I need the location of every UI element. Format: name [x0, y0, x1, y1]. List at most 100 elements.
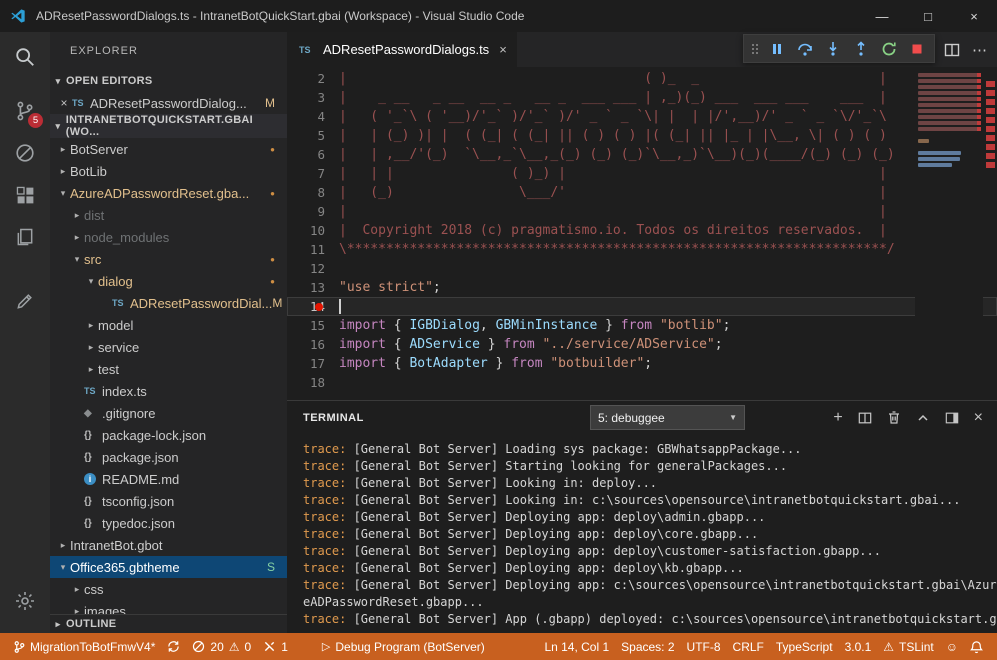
- tasks-status[interactable]: 1: [257, 633, 294, 660]
- status-item-typescript[interactable]: TypeScript: [770, 633, 839, 660]
- maximize-panel-icon[interactable]: [916, 411, 930, 425]
- close-panel-icon[interactable]: ×: [974, 410, 983, 426]
- stop-button[interactable]: [904, 36, 929, 61]
- minimize-button[interactable]: —: [859, 0, 905, 32]
- status-item-crlf[interactable]: CRLF: [727, 633, 770, 660]
- close-icon[interactable]: ×: [56, 96, 72, 110]
- tree-item-index-ts[interactable]: TSindex.ts: [50, 380, 287, 402]
- tree-item-css[interactable]: ▸css: [50, 578, 287, 600]
- restart-button[interactable]: [876, 36, 901, 61]
- tab-adresetpassworddialogs[interactable]: TS ADResetPasswordDialogs.ts ×: [287, 32, 517, 67]
- terminal-output[interactable]: trace: [General Bot Server] Loading sys …: [287, 434, 997, 633]
- tree-item-adresetpassworddial-[interactable]: TSADResetPasswordDial...M: [50, 292, 287, 314]
- code-line-11[interactable]: 11\*************************************…: [287, 240, 997, 259]
- tree-item-botlib[interactable]: ▸BotLib: [50, 160, 287, 182]
- code-line-2[interactable]: 2| ( )_ _ |: [287, 69, 997, 88]
- step-over-button[interactable]: [792, 36, 817, 61]
- feedback-smiley-icon[interactable]: ☺: [940, 633, 964, 660]
- close-button[interactable]: ×: [951, 0, 997, 32]
- status-item-utf-8[interactable]: UTF-8: [681, 633, 727, 660]
- breakpoint-icon[interactable]: [315, 303, 323, 311]
- tree-item-office365-gbtheme[interactable]: ▾Office365.gbthemeS: [50, 556, 287, 578]
- split-terminal-icon[interactable]: [858, 411, 872, 425]
- code-line-14[interactable]: 14: [287, 297, 997, 316]
- tree-item-label: css: [84, 582, 104, 597]
- more-actions-icon[interactable]: ⋯: [972, 41, 987, 59]
- code-line-5[interactable]: 5| | (_) )| | ( (_| ( (_| || ( ) ( ) |( …: [287, 126, 997, 145]
- tree-item-package-lock-json[interactable]: {}package-lock.json: [50, 424, 287, 446]
- terminal-tab[interactable]: TERMINAL: [303, 412, 364, 424]
- line-number: 5: [287, 126, 339, 145]
- git-branch-status[interactable]: MigrationToBotFmwV4*: [8, 633, 161, 660]
- code-line-7[interactable]: 7| | | ( )_) | |: [287, 164, 997, 183]
- source-control-icon[interactable]: 5: [0, 90, 50, 132]
- step-into-button[interactable]: [820, 36, 845, 61]
- settings-gear-icon[interactable]: [0, 581, 50, 621]
- pause-button[interactable]: [764, 36, 789, 61]
- code-line-12[interactable]: 12: [287, 259, 997, 278]
- debug-status[interactable]: ▷ Debug Program (BotServer): [316, 633, 491, 660]
- status-item-spaces-2[interactable]: Spaces: 2: [615, 633, 680, 660]
- code-line-9[interactable]: 9| |: [287, 202, 997, 221]
- code-line-16[interactable]: 16import { ADService } from "../service/…: [287, 335, 997, 354]
- chevron-collapsed-icon: ▸: [70, 232, 84, 243]
- code-line-6[interactable]: 6| | ,__/'(_) `\__,_`\__,_(_) (_) (_)`\_…: [287, 145, 997, 164]
- minimap[interactable]: [915, 67, 983, 400]
- extensions-icon[interactable]: [0, 174, 50, 216]
- tree-item-azureadpasswordreset-gba-[interactable]: ▾AzureADPasswordReset.gba...●: [50, 182, 287, 204]
- tree-item-images[interactable]: ▸images: [50, 600, 287, 614]
- step-out-button[interactable]: [848, 36, 873, 61]
- debug-icon[interactable]: [0, 132, 50, 174]
- status-item-3-0-1[interactable]: 3.0.1: [839, 633, 878, 660]
- drag-grip-icon[interactable]: [749, 36, 761, 61]
- tree-item-dist[interactable]: ▸dist: [50, 204, 287, 226]
- move-panel-icon[interactable]: [945, 411, 959, 425]
- notifications-bell-icon[interactable]: [964, 633, 989, 660]
- overview-ruler[interactable]: [983, 67, 997, 400]
- code-line-17[interactable]: 17import { BotAdapter } from "botbuilder…: [287, 354, 997, 373]
- terminal-line: trace: [General Bot Server] Loading sys …: [303, 441, 997, 458]
- code-line-4[interactable]: 4| ( '_`\ ( '__)/'_` )/'_` )/' _ ` _ `\|…: [287, 107, 997, 126]
- code-line-18[interactable]: 18: [287, 373, 997, 392]
- close-icon[interactable]: ×: [499, 42, 507, 57]
- code-line-3[interactable]: 3| _ __ _ __ __ _ __ _ ___ ___ | ,_)(_) …: [287, 88, 997, 107]
- terminal-session-select[interactable]: 5: debuggee ▼: [590, 405, 745, 430]
- tree-item-dialog[interactable]: ▾dialog●: [50, 270, 287, 292]
- title-bar: ADResetPasswordDialogs.ts - IntranetBotQ…: [0, 0, 997, 32]
- open-editor-item[interactable]: × TS ADResetPasswordDialog... M: [50, 92, 287, 114]
- tree-item-tsconfig-json[interactable]: {}tsconfig.json: [50, 490, 287, 512]
- code-line-8[interactable]: 8| (_) \___/' |: [287, 183, 997, 202]
- tree-item-src[interactable]: ▾src●: [50, 248, 287, 270]
- code-line-15[interactable]: 15import { IGBDialog, GBMinInstance } fr…: [287, 316, 997, 335]
- chevron-collapsed-icon: ▸: [56, 166, 70, 177]
- tree-item-botserver[interactable]: ▸BotServer●: [50, 138, 287, 160]
- problems-status[interactable]: 20 ⚠ 0: [186, 633, 257, 660]
- search-icon[interactable]: [0, 36, 50, 78]
- new-terminal-icon[interactable]: +: [833, 410, 842, 426]
- tree-item-model[interactable]: ▸model: [50, 314, 287, 336]
- code-line-13[interactable]: 13"use strict";: [287, 278, 997, 297]
- tree-item-typedoc-json[interactable]: {}typedoc.json: [50, 512, 287, 534]
- sync-button[interactable]: [161, 633, 186, 660]
- code-editor[interactable]: 2| ( )_ _ |3| _ __ _ __ __ _ __ _ ___ __…: [287, 67, 997, 400]
- tree-item-package-json[interactable]: {}package.json: [50, 446, 287, 468]
- edit-icon[interactable]: [0, 280, 50, 322]
- tree-item--gitignore[interactable]: ◆.gitignore: [50, 402, 287, 424]
- kill-terminal-icon[interactable]: [887, 410, 901, 425]
- terminal-line: trace: [General Bot Server] Deploying ap…: [303, 560, 997, 577]
- open-editors-header[interactable]: ▾ OPEN EDITORS: [50, 70, 287, 92]
- tree-item-readme-md[interactable]: iREADME.md: [50, 468, 287, 490]
- files-icon[interactable]: [0, 216, 50, 258]
- maximize-button[interactable]: □: [905, 0, 951, 32]
- tree-item-service[interactable]: ▸service: [50, 336, 287, 358]
- tree-item-node-modules[interactable]: ▸node_modules: [50, 226, 287, 248]
- tree-item-intranetbot-gbot[interactable]: ▸IntranetBot.gbot: [50, 534, 287, 556]
- status-item-tslint[interactable]: ⚠TSLint: [877, 633, 939, 660]
- tree-item-test[interactable]: ▸test: [50, 358, 287, 380]
- tree-item-label: typedoc.json: [102, 516, 175, 531]
- split-editor-icon[interactable]: [944, 42, 960, 58]
- workspace-header[interactable]: ▾ INTRANETBOTQUICKSTART.GBAI (WO...: [50, 114, 287, 138]
- outline-header[interactable]: ▸ OUTLINE: [50, 614, 287, 633]
- code-line-10[interactable]: 10| Copyright 2018 (c) pragmatismo.io. T…: [287, 221, 997, 240]
- status-item-ln-14-col-1[interactable]: Ln 14, Col 1: [538, 633, 615, 660]
